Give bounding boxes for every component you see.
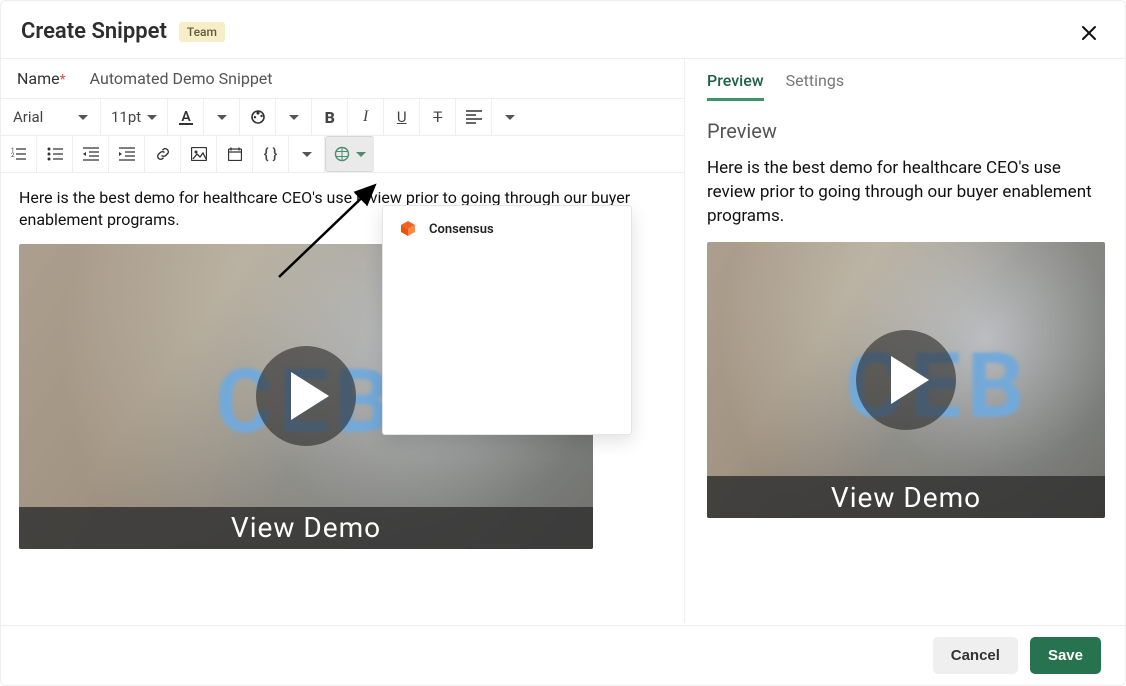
background-color-button[interactable] xyxy=(240,99,276,135)
team-badge: Team xyxy=(179,22,225,42)
name-field[interactable]: Automated Demo Snippet xyxy=(90,69,273,88)
text-color-chevron[interactable] xyxy=(204,99,240,135)
strikethrough-button[interactable]: T xyxy=(420,99,456,135)
font-size-label: 11pt xyxy=(111,108,141,126)
align-chevron[interactable] xyxy=(492,99,528,135)
chevron-down-icon xyxy=(289,115,299,120)
create-snippet-modal: Create Snippet Team Name* Automated Demo… xyxy=(0,0,1126,686)
cancel-button[interactable]: Cancel xyxy=(933,637,1018,674)
name-row: Name* Automated Demo Snippet xyxy=(1,59,684,99)
play-icon xyxy=(891,356,929,404)
close-icon[interactable] xyxy=(1081,25,1097,41)
integration-dropdown: Consensus xyxy=(382,205,632,435)
link-button[interactable] xyxy=(145,136,181,172)
bold-button[interactable]: B xyxy=(312,99,348,135)
preview-body: Here is the best demo for healthcare CEO… xyxy=(685,149,1125,228)
modal-title: Create Snippet xyxy=(21,19,167,44)
merge-tag-button[interactable]: { } xyxy=(253,136,289,172)
chevron-down-icon xyxy=(302,152,312,157)
numbered-list-button[interactable]: 12 xyxy=(1,136,37,172)
svg-text:A: A xyxy=(181,109,191,125)
image-button[interactable] xyxy=(181,136,217,172)
align-button[interactable] xyxy=(456,99,492,135)
font-family-select[interactable]: Arial xyxy=(1,99,101,135)
name-label: Name xyxy=(17,69,60,88)
chevron-down-icon xyxy=(356,152,366,157)
preview-video-thumbnail[interactable]: CEB View Demo xyxy=(707,242,1105,518)
text-color-button[interactable]: A xyxy=(168,99,204,135)
video-caption: View Demo xyxy=(19,507,593,549)
chevron-down-icon xyxy=(217,115,227,120)
modal-header: Create Snippet Team xyxy=(1,1,1125,59)
required-marker: * xyxy=(60,72,66,88)
outdent-button[interactable] xyxy=(73,136,109,172)
tab-preview[interactable]: Preview xyxy=(707,71,764,101)
calendar-button[interactable] xyxy=(217,136,253,172)
preview-heading: Preview xyxy=(685,101,1125,149)
toolbar-row-2: 12 { } xyxy=(1,136,684,173)
chevron-down-icon xyxy=(147,115,157,120)
toolbar-row-1: Arial 11pt A B I U T xyxy=(1,99,684,136)
integration-button[interactable] xyxy=(325,136,374,172)
modal-footer: Cancel Save xyxy=(1,625,1125,685)
background-color-chevron[interactable] xyxy=(276,99,312,135)
preview-pane: Preview Settings Preview Here is the bes… xyxy=(685,59,1125,623)
preview-tabs: Preview Settings xyxy=(685,59,1125,101)
video-caption: View Demo xyxy=(707,476,1105,518)
svg-text:2: 2 xyxy=(11,152,15,159)
font-size-select[interactable]: 11pt xyxy=(101,99,168,135)
italic-button[interactable]: I xyxy=(348,99,384,135)
merge-tag-chevron[interactable] xyxy=(289,136,325,172)
bulleted-list-button[interactable] xyxy=(37,136,73,172)
save-button[interactable]: Save xyxy=(1030,637,1101,674)
play-icon xyxy=(291,372,329,420)
play-button[interactable] xyxy=(856,330,956,430)
underline-button[interactable]: U xyxy=(384,99,420,135)
play-button[interactable] xyxy=(256,346,356,446)
dropdown-item-consensus[interactable]: Consensus xyxy=(383,206,631,252)
integration-icon xyxy=(334,146,350,162)
dropdown-item-label: Consensus xyxy=(429,222,494,237)
font-family-label: Arial xyxy=(13,108,43,126)
consensus-icon xyxy=(399,220,417,238)
chevron-down-icon xyxy=(78,115,88,120)
tab-settings[interactable]: Settings xyxy=(786,71,844,101)
indent-button[interactable] xyxy=(109,136,145,172)
chevron-down-icon xyxy=(505,115,515,120)
